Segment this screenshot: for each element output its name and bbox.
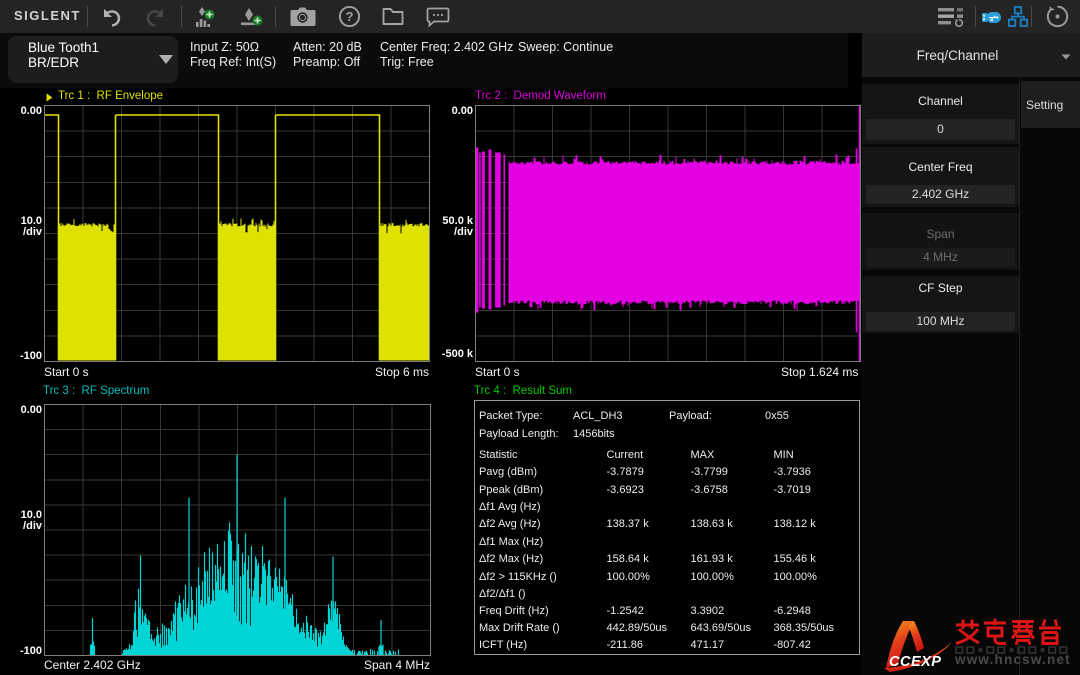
svg-text:?: ? bbox=[346, 9, 354, 24]
svg-text:CCEXP: CCEXP bbox=[889, 654, 941, 670]
svg-text:www.hncsw.net: www.hncsw.net bbox=[954, 652, 1071, 667]
